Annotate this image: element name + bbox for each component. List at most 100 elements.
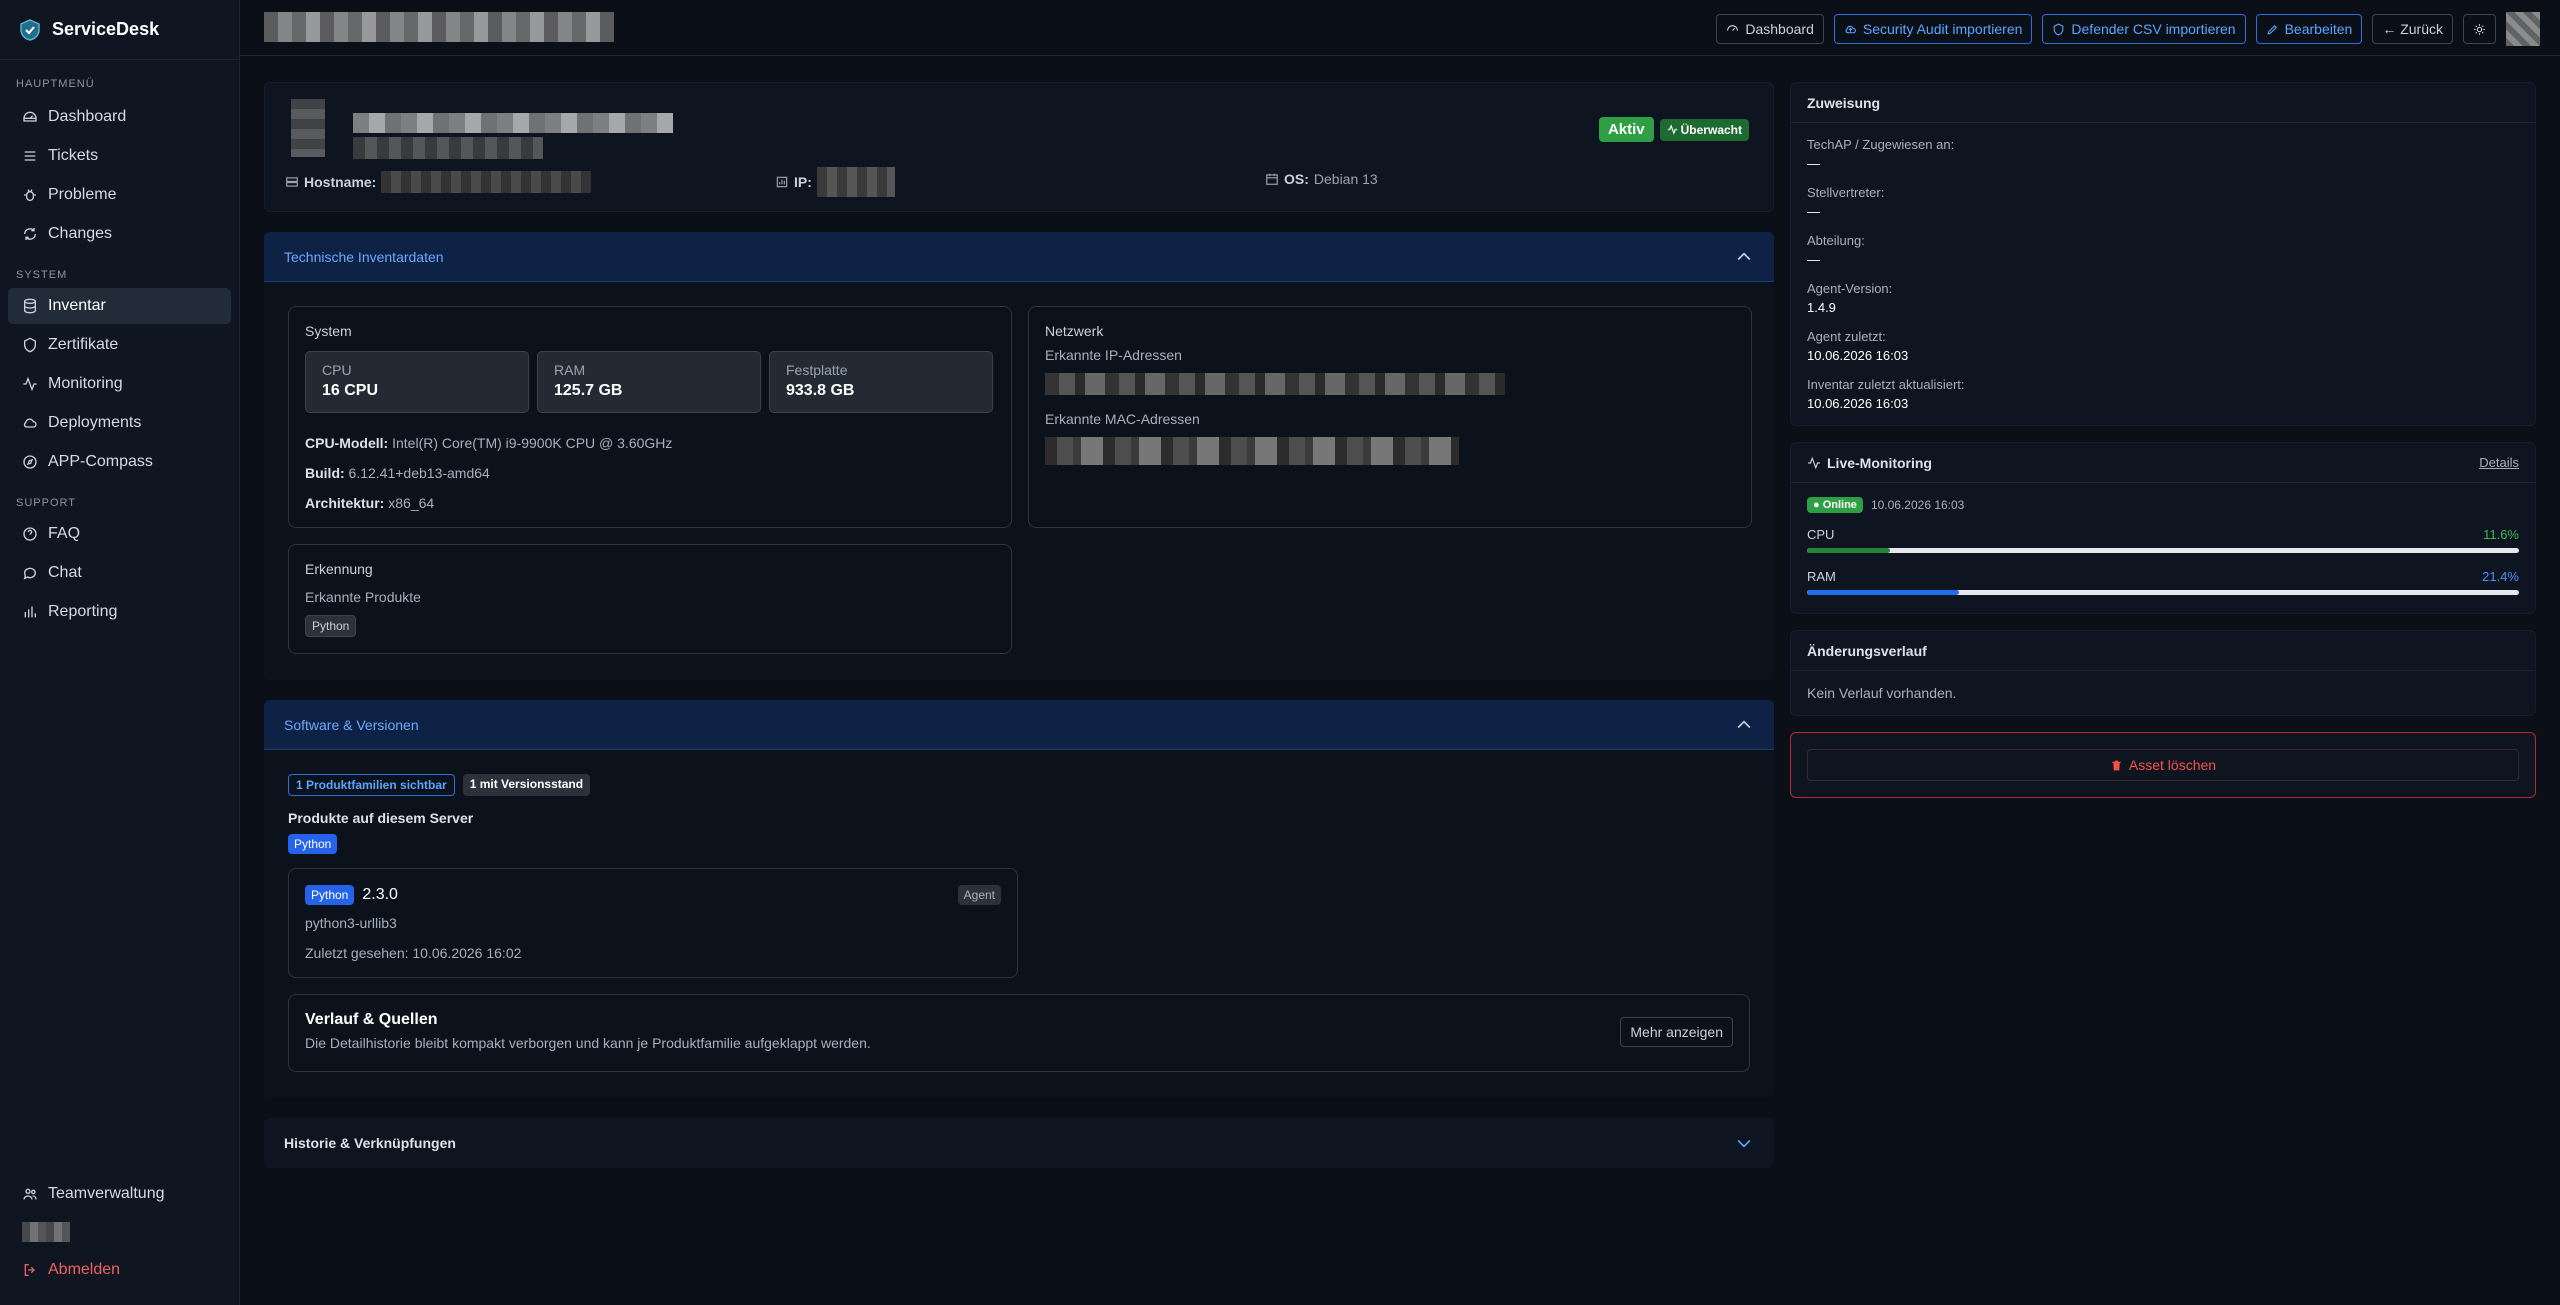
sidebar-item-changes[interactable]: Changes [8, 216, 231, 252]
cpu-stat: CPU 16 CPU [305, 351, 529, 413]
system-box: System CPU 16 CPU RAM 125.7 GB Festplatt… [288, 306, 1012, 528]
build-label: Build: [305, 465, 345, 481]
inventory-section-header[interactable]: Technische Inventardaten [264, 232, 1774, 282]
architecture: Architektur: x86_64 [305, 495, 995, 511]
product-filter-tag[interactable]: Python [288, 834, 338, 854]
user-avatar [22, 1222, 70, 1242]
ip-redacted [816, 167, 895, 197]
security-audit-import-button[interactable]: Security Audit importieren [1833, 14, 2033, 44]
sidebar-item-label: APP-Compass [48, 453, 153, 470]
sidebar-item-reporting[interactable]: Reporting [8, 594, 231, 630]
sidebar-item-app-compass[interactable]: APP-Compass [8, 444, 231, 480]
defender-csv-import-button[interactable]: Defender CSV importieren [2042, 14, 2246, 44]
activity-icon [1667, 124, 1677, 135]
toolbar: Dashboard Security Audit importieren Def… [1716, 12, 2540, 46]
sidebar-item-label: Chat [48, 564, 82, 581]
users-icon [23, 1188, 37, 1200]
assignment-panel: Zuweisung TechAP / Zugewiesen an: — Stell… [1790, 82, 2536, 426]
change-history-title: Änderungsverlauf [1807, 642, 1927, 659]
cpu-model: CPU-Modell: Intel(R) Core(TM) i9-9900K C… [305, 435, 995, 451]
status-badge: Aktiv [1598, 117, 1654, 142]
cpu-model-label: CPU-Modell: [305, 435, 389, 451]
chevron-up-icon [1737, 719, 1751, 728]
sidebar-item-label: Teamverwaltung [48, 1185, 165, 1202]
logout-label: Abmelden [48, 1261, 121, 1278]
dashboard-button[interactable]: Dashboard [1716, 14, 1824, 44]
system-title: System [305, 323, 352, 339]
cpu-model-value: Intel(R) Core(TM) i9-9900K CPU @ 3.60GHz [392, 435, 673, 451]
back-button[interactable]: ← Zurück [2372, 14, 2453, 44]
arch-value: x86_64 [388, 495, 435, 511]
theme-toggle-button[interactable] [2463, 14, 2496, 44]
cpu-usage-value: 11.6% [2483, 527, 2519, 542]
edit-label: Bearbeiten [2284, 21, 2353, 37]
empty-history-note: Kein Verlauf vorhanden. [1807, 685, 1957, 701]
sidebar-item-probleme[interactable]: Probleme [8, 177, 231, 213]
source-badge: Agent [957, 885, 1001, 905]
danger-zone: Asset löschen [1790, 732, 2536, 798]
asset-icon-redacted [291, 99, 325, 157]
edit-button[interactable]: Bearbeiten [2255, 14, 2363, 44]
nav-section-system: SYSTEM [16, 269, 68, 281]
sidebar-item-inventar[interactable]: Inventar [8, 288, 231, 324]
sidebar-item-deployments[interactable]: Deployments [8, 405, 231, 441]
ip-list-redacted [1045, 373, 1505, 395]
sidebar-item-label: Deployments [48, 414, 142, 431]
sidebar-item-teamverwaltung[interactable]: Teamverwaltung [8, 1176, 232, 1212]
software-section-title: Software & Versionen [284, 716, 419, 733]
logout-button[interactable]: Abmelden [8, 1252, 232, 1288]
product-card-tag: Python [305, 885, 355, 905]
software-section-header[interactable]: Software & Versionen [264, 700, 1774, 750]
page-title-redacted [264, 12, 614, 42]
sidebar-item-chat[interactable]: Chat [8, 555, 231, 591]
details-link[interactable]: Details [2479, 455, 2519, 470]
field-label: Stellvertreter: [1807, 185, 1885, 200]
upload-cloud-icon [1845, 25, 1856, 33]
tickets-icon [24, 151, 36, 161]
back-label: ← Zurück [2382, 21, 2443, 37]
assignment-title: Zuweisung [1807, 94, 1881, 111]
activity-icon [1808, 456, 1820, 469]
ram-usage-bar [1807, 590, 2519, 595]
bug-icon [24, 189, 36, 201]
historie-section-header[interactable]: Historie & Verknüpfungen [264, 1118, 1774, 1168]
dashboard-icon [23, 111, 37, 122]
field-agent-last: Agent zuletzt: 10.06.2026 16:03 [1807, 329, 2519, 363]
change-history-panel: Änderungsverlauf Kein Verlauf vorhanden. [1790, 630, 2536, 716]
historie-title: Historie & Verknüpfungen [284, 1135, 456, 1151]
live-monitoring-panel: Live-Monitoring Details ● Online 10.06.2… [1790, 442, 2536, 614]
cpu-usage-fill [1807, 548, 1890, 553]
inventory-section-title: Technische Inventardaten [284, 248, 444, 265]
topbar: Dashboard Security Audit importieren Def… [240, 0, 2560, 56]
build: Build: 6.12.41+deb13-amd64 [305, 465, 995, 481]
software-section: Software & Versionen 1 Produktfamilien s… [264, 700, 1774, 1098]
asset-header: Aktiv Überwacht Hostname: IP: OS: Debian… [264, 82, 1774, 212]
field-value: — [1807, 252, 1820, 267]
chevron-down-icon [1737, 1139, 1751, 1148]
sidebar-item-label: FAQ [48, 525, 81, 542]
stat-label: CPU [322, 362, 352, 378]
activity-icon [23, 376, 37, 392]
delete-asset-button[interactable]: Asset löschen [1807, 749, 2519, 781]
sidebar-item-tickets[interactable]: Tickets [8, 138, 231, 174]
network-box: Netzwerk Erkannte IP-Adressen Erkannte M… [1028, 306, 1752, 528]
show-more-button[interactable]: Mehr anzeigen [1620, 1017, 1733, 1047]
history-sources-desc: Die Detailhistorie bleibt kompakt verbor… [305, 1035, 871, 1051]
sidebar-item-dashboard[interactable]: Dashboard [8, 99, 231, 135]
sidebar-item-faq[interactable]: FAQ [8, 516, 231, 552]
sidebar-item-monitoring[interactable]: Monitoring [8, 366, 231, 402]
sidebar-item-zertifikate[interactable]: Zertifikate [8, 327, 231, 363]
sidebar: ServiceDesk HAUPTMENÜ Dashboard Tickets … [0, 0, 240, 1305]
hostname-redacted [381, 171, 592, 193]
avatar[interactable] [2506, 12, 2540, 46]
brand[interactable]: ServiceDesk [0, 0, 239, 60]
field-value: 1.4.9 [1807, 300, 1836, 315]
asset-title-redacted [353, 113, 673, 133]
delete-asset-label: Asset löschen [2128, 757, 2217, 773]
sidebar-item-label: Dashboard [48, 108, 127, 125]
package-name: python3-urllib3 [305, 915, 397, 931]
history-sources-title: Verlauf & Quellen [305, 1011, 438, 1028]
database-icon [24, 298, 36, 314]
nav-section-support: SUPPORT [16, 497, 76, 509]
arch-label: Architektur: [305, 495, 385, 511]
